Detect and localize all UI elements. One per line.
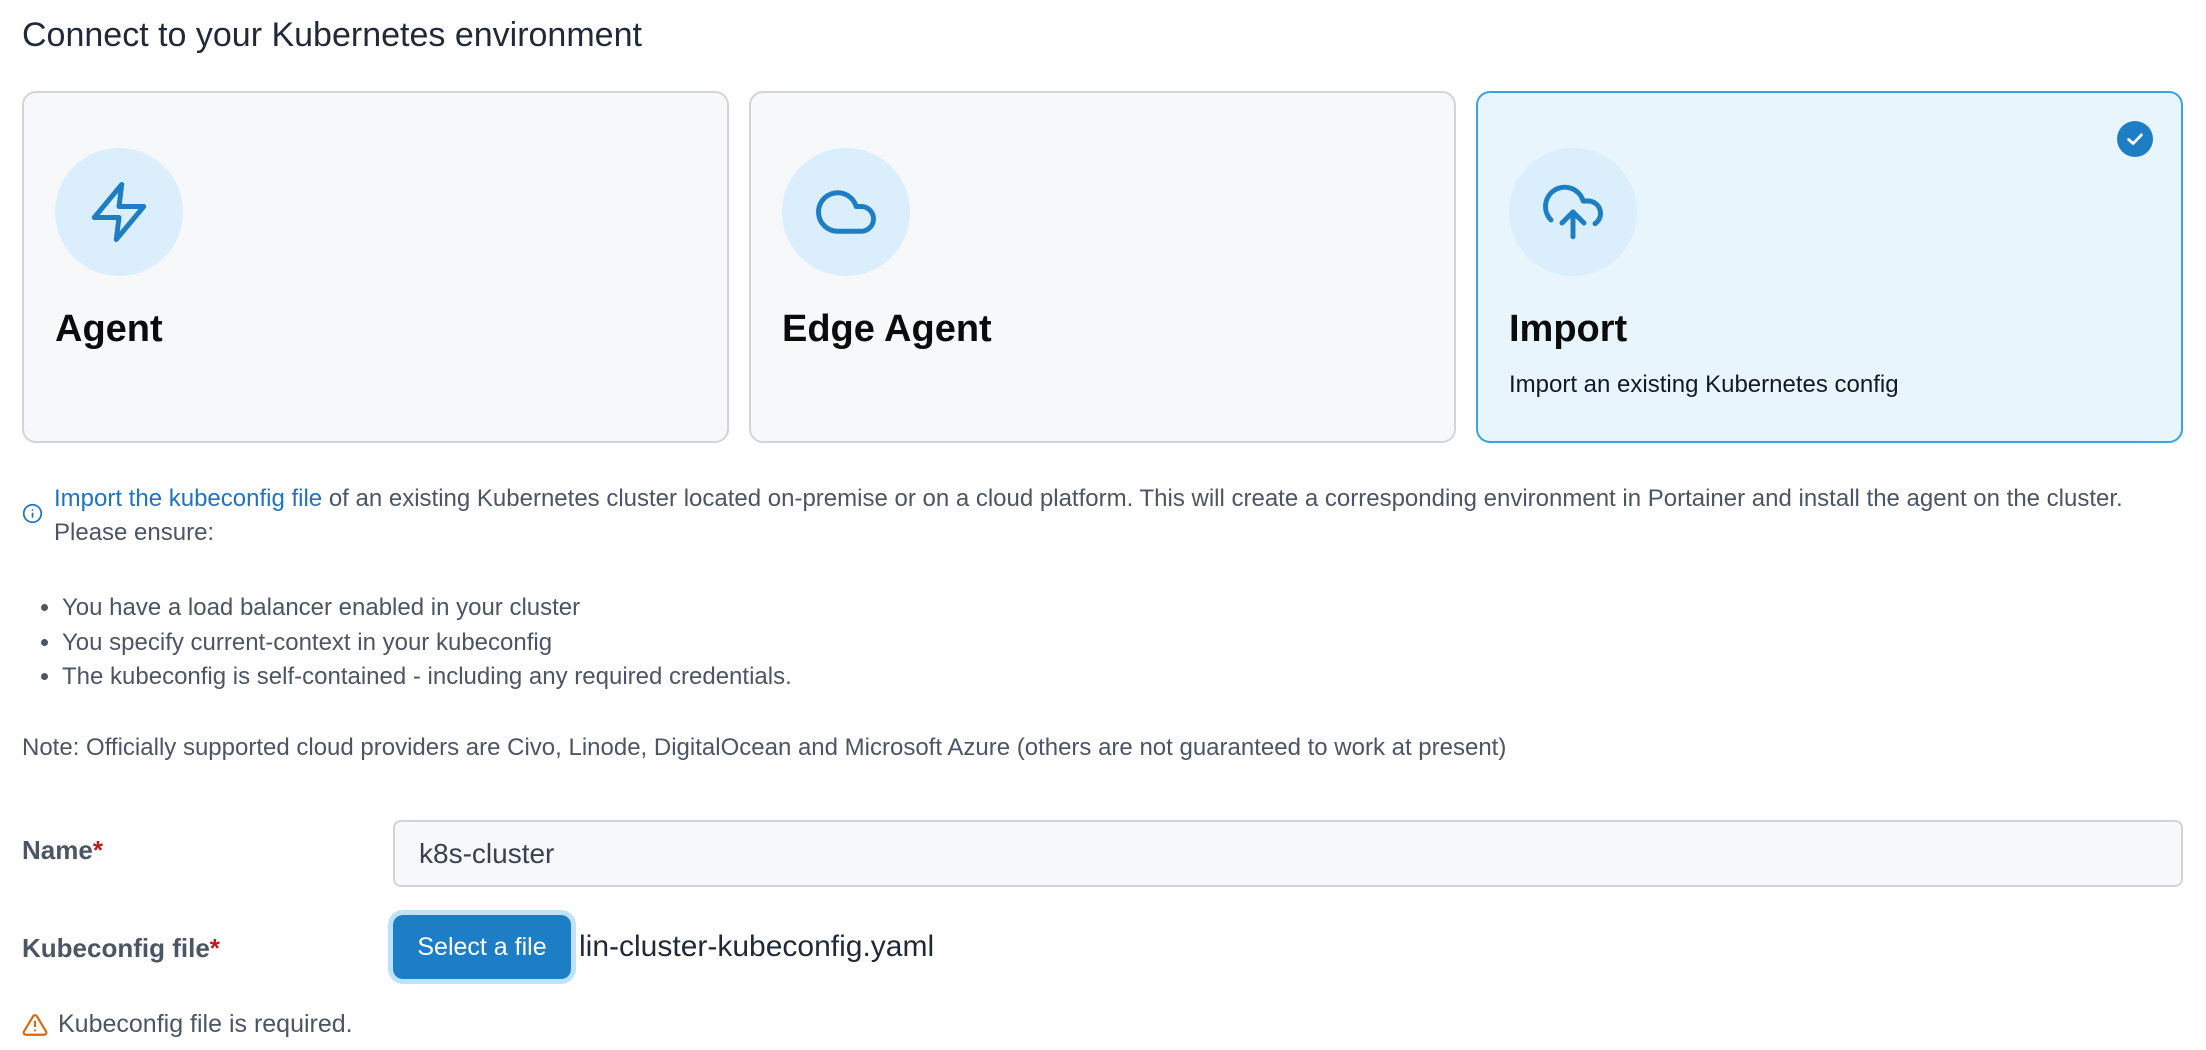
list-item: You have a load balancer enabled in your… — [62, 591, 792, 626]
lightning-icon — [55, 148, 183, 276]
edge-agent-card-title: Edge Agent — [782, 308, 992, 350]
agent-option-card[interactable]: Agent — [22, 91, 729, 443]
error-text: Kubeconfig file is required. — [58, 1010, 353, 1038]
list-item: The kubeconfig is self-contained - inclu… — [62, 660, 792, 695]
cloud-icon — [782, 148, 910, 276]
kubeconfig-error-message: Kubeconfig file is required. — [22, 1010, 353, 1039]
warning-triangle-icon — [22, 1013, 48, 1036]
supported-providers-note: Note: Officially supported cloud provide… — [22, 734, 1507, 761]
import-info-text: Import the kubeconfig file of an existin… — [22, 482, 2183, 550]
name-label: Name* — [22, 835, 103, 865]
edge-agent-option-card[interactable]: Edge Agent — [749, 91, 1456, 443]
select-file-button[interactable]: Select a file — [393, 915, 571, 979]
kubeconfig-label: Kubeconfig file* — [22, 933, 220, 963]
required-marker: * — [92, 835, 103, 865]
requirements-list: You have a load balancer enabled in your… — [22, 591, 792, 695]
info-circle-icon — [22, 503, 43, 524]
cloud-upload-icon — [1509, 148, 1637, 276]
required-marker: * — [209, 933, 220, 963]
import-option-card[interactable]: Import Import an existing Kubernetes con… — [1476, 91, 2183, 443]
import-card-title: Import — [1509, 308, 1628, 350]
agent-card-title: Agent — [55, 308, 163, 350]
list-item: You specify current-context in your kube… — [62, 626, 792, 661]
import-card-description: Import an existing Kubernetes config — [1509, 371, 1899, 398]
kubernetes-connect-page: Connect to your Kubernetes environment A… — [0, 0, 2206, 1050]
environment-type-selector: Agent Edge Agent Import Import an existi… — [22, 91, 2183, 443]
selected-file-name: lin-cluster-kubeconfig.yaml — [579, 930, 935, 963]
name-input[interactable] — [393, 820, 2183, 887]
info-description: of an existing Kubernetes cluster locate… — [54, 485, 2123, 546]
import-kubeconfig-link[interactable]: Import the kubeconfig file — [54, 485, 322, 512]
page-title: Connect to your Kubernetes environment — [22, 16, 642, 54]
selected-check-icon — [2117, 121, 2153, 157]
